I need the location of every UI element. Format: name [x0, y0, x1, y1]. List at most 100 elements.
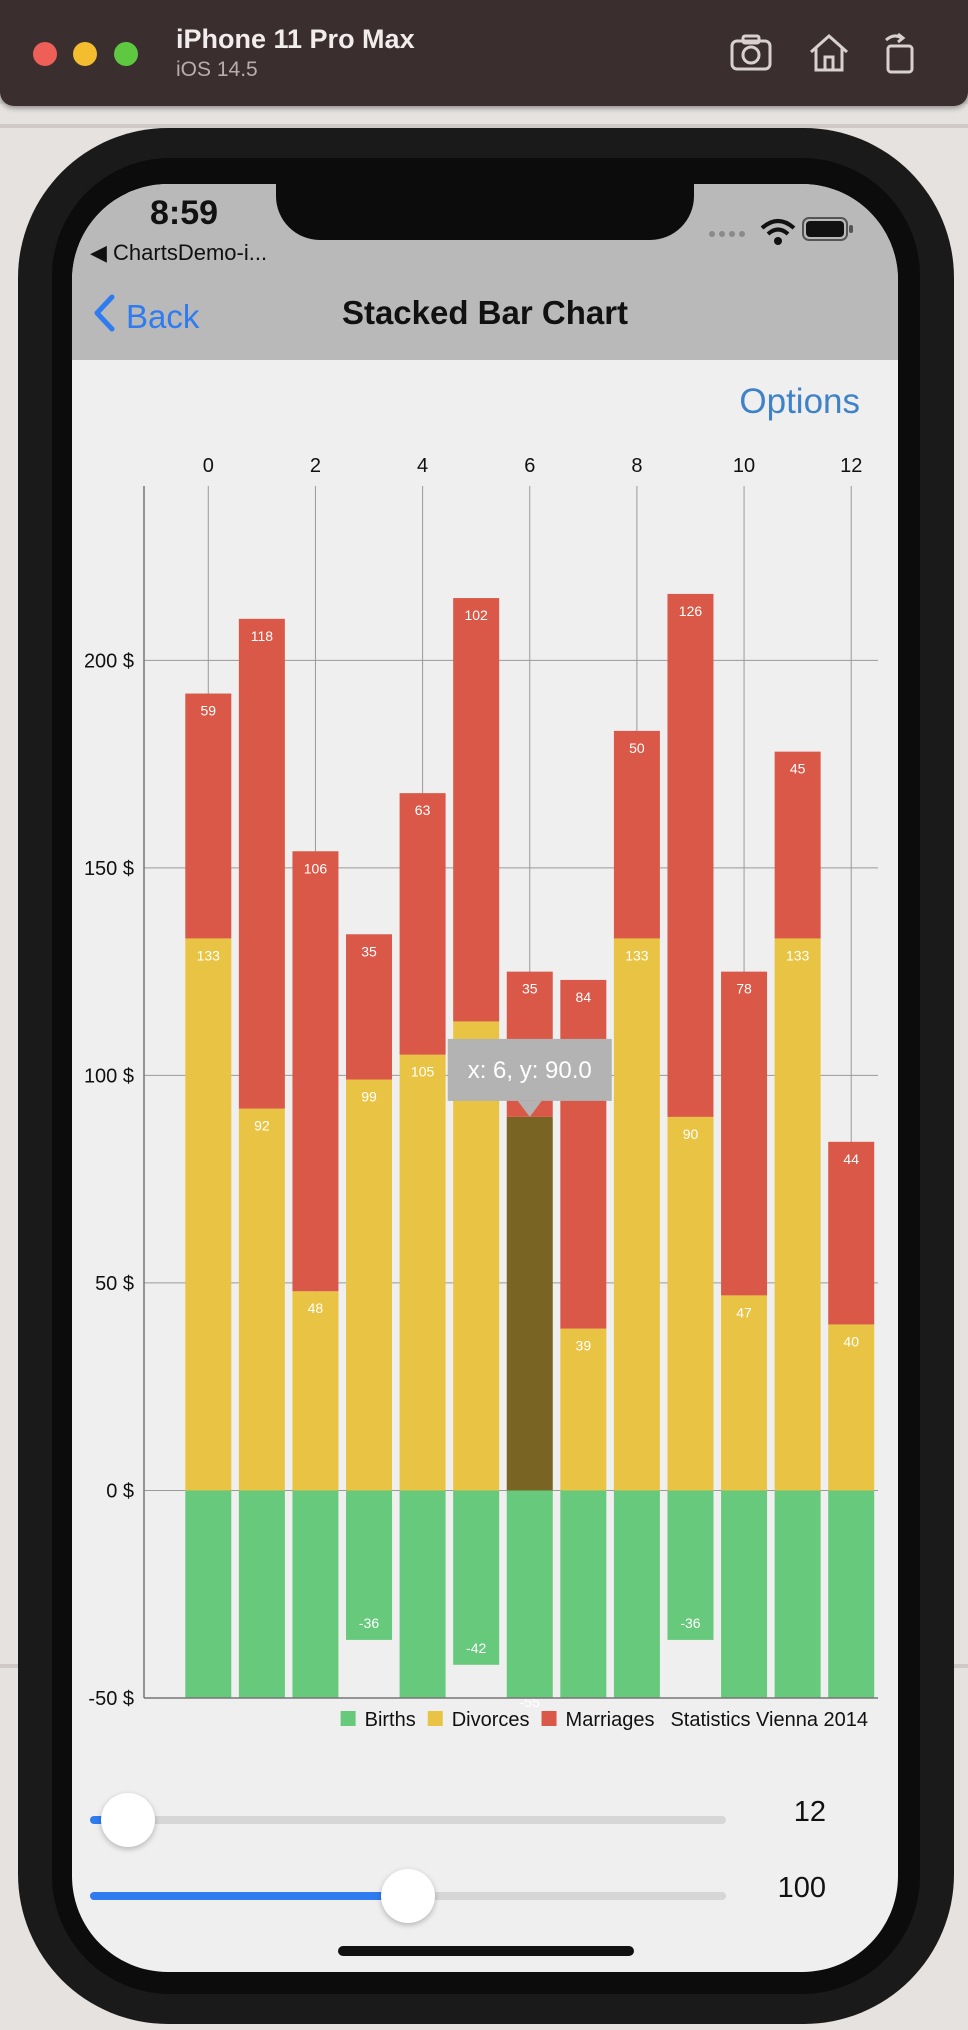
bar-divorces: [185, 938, 232, 1491]
x-tick-label: 10: [733, 455, 755, 477]
zoom-window-button[interactable]: [114, 42, 138, 66]
bar-marriages: [560, 979, 607, 1329]
chart-description: Statistics Vienna 2014: [670, 1709, 868, 1731]
bar-marriages: [399, 793, 446, 1055]
data-label-marriages: 102: [464, 607, 488, 623]
data-label-births: -55: [520, 1694, 540, 1710]
bar-count-value: 12: [793, 1796, 826, 1828]
tooltip-text: x: 6, y: 90.0: [468, 1057, 592, 1084]
x-tick-label: 6: [524, 455, 535, 477]
bar-births: [613, 1490, 660, 1698]
data-label-divorces: 99: [361, 1089, 377, 1105]
x-tick-label: 8: [631, 455, 642, 477]
data-label-divorces: 92: [254, 1118, 270, 1134]
bar-marriages: [453, 598, 500, 1022]
x-tick-label: 12: [840, 455, 862, 477]
close-window-button[interactable]: [33, 42, 57, 66]
data-label-births: -36: [680, 1615, 700, 1631]
bar-divorces: [399, 1054, 446, 1491]
bar-births: [721, 1490, 768, 1698]
bar-marriages: [238, 618, 285, 1109]
rotate-icon[interactable]: [878, 30, 924, 76]
range-value: 100: [777, 1872, 826, 1904]
home-icon[interactable]: [806, 30, 852, 76]
bar-divorces: [346, 1079, 393, 1491]
range-slider-thumb[interactable]: [381, 1869, 435, 1923]
range-slider[interactable]: [90, 1869, 726, 1923]
bar-births: [292, 1490, 339, 1698]
y-tick-label: 100 $: [84, 1065, 134, 1087]
data-label-marriages: 35: [361, 943, 377, 959]
bar-marriages: [828, 1141, 875, 1325]
legend-label-marriages: Marriages: [566, 1709, 655, 1731]
legend-label-divorces: Divorces: [452, 1709, 530, 1731]
bar-births: [238, 1490, 285, 1698]
home-indicator: [338, 1946, 634, 1956]
legend-swatch-births: [340, 1711, 356, 1726]
data-label-marriages: 44: [843, 1151, 859, 1167]
bar-count-slider[interactable]: [90, 1793, 726, 1847]
bar-births: [560, 1490, 607, 1698]
data-label-divorces: 133: [625, 947, 649, 963]
legend-swatch-divorces: [427, 1711, 443, 1726]
bar-marriages: [667, 593, 714, 1117]
data-label-marriages: 59: [201, 703, 217, 719]
data-label-marriages: 63: [415, 802, 431, 818]
x-tick-label: 2: [310, 455, 321, 477]
data-label-divorces: 40: [843, 1333, 859, 1349]
bar-divorces: [667, 1116, 714, 1491]
data-label-divorces: 90: [683, 1126, 699, 1142]
y-tick-label: 200 $: [84, 650, 134, 672]
bar-divorces: [774, 938, 821, 1491]
x-tick-label: 4: [417, 455, 428, 477]
iphone-screen: 8:59 ◀ ChartsDemo-i... Back Stacked Bar …: [72, 184, 898, 1972]
data-label-divorces: 133: [786, 947, 810, 963]
y-tick-label: 0 $: [106, 1480, 134, 1502]
minimize-window-button[interactable]: [73, 42, 97, 66]
data-label-marriages: 50: [629, 740, 645, 756]
data-label-marriages: 84: [576, 989, 592, 1005]
bar-births: [774, 1490, 821, 1698]
bar-births: [828, 1490, 875, 1698]
bar-marriages: [185, 693, 232, 939]
data-label-divorces: 47: [736, 1304, 752, 1320]
data-label-divorces: 48: [308, 1300, 324, 1316]
bar-marriages: [292, 851, 339, 1292]
data-label-marriages: 45: [790, 761, 806, 777]
y-tick-label: -50 $: [88, 1688, 134, 1710]
data-label-births: -36: [359, 1615, 379, 1631]
y-tick-label: 50 $: [95, 1273, 134, 1295]
data-label-marriages: 35: [522, 981, 538, 997]
data-label-divorces: 133: [197, 947, 221, 963]
data-label-marriages: 78: [736, 981, 752, 997]
bar-divorces: [506, 1116, 553, 1491]
data-label-marriages: 106: [304, 860, 328, 876]
bar-marriages: [721, 971, 768, 1296]
data-label-divorces: 39: [576, 1338, 592, 1354]
bar-divorces: [721, 1295, 768, 1491]
bar-divorces: [613, 938, 660, 1491]
bar-marriages: [613, 730, 660, 939]
screenshot-icon[interactable]: [728, 30, 774, 76]
data-label-marriages: 118: [251, 628, 274, 644]
bar-births: [453, 1490, 500, 1665]
stacked-bar-chart[interactable]: 5913311892106483599-3663105102-4235-5584…: [72, 184, 898, 1744]
bar-births: [506, 1490, 553, 1698]
legend-swatch-marriages: [541, 1711, 557, 1726]
data-label-births: -42: [466, 1640, 486, 1656]
simulator-os-version: iOS 14.5: [176, 58, 258, 81]
bar-births: [399, 1490, 446, 1698]
legend-label-births: Births: [365, 1709, 416, 1731]
simulator-title-bar: iPhone 11 Pro Max iOS 14.5: [0, 0, 968, 106]
simulator-device-name: iPhone 11 Pro Max: [176, 24, 415, 54]
bar-births: [185, 1490, 232, 1698]
x-tick-label: 0: [203, 455, 214, 477]
bar-divorces: [238, 1108, 285, 1491]
bar-divorces: [292, 1291, 339, 1491]
y-tick-label: 150 $: [84, 858, 134, 880]
bar-marriages: [774, 751, 821, 939]
data-label-marriages: 126: [679, 603, 703, 619]
range-slider-fill: [90, 1892, 408, 1900]
bar-count-slider-thumb[interactable]: [101, 1793, 156, 1847]
data-label-divorces: 105: [411, 1064, 435, 1080]
